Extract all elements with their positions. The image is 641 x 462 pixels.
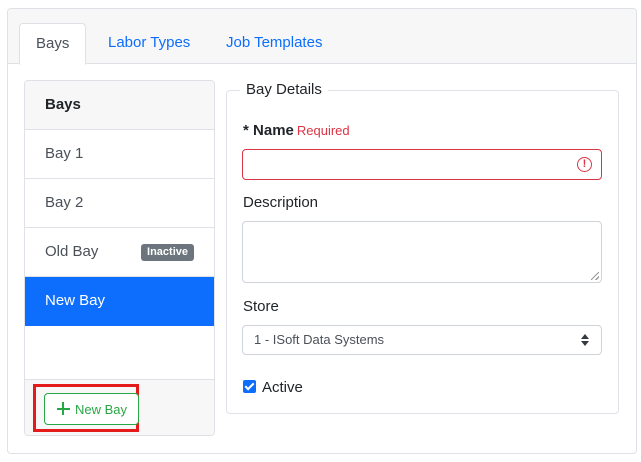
list-item-label: Bay 1 <box>45 145 84 162</box>
description-label: Description <box>243 194 319 211</box>
store-select[interactable]: 1 - ISoft Data Systems <box>242 325 602 355</box>
tab-labor-types[interactable]: Labor Types <box>92 23 206 65</box>
list-item-bay-2[interactable]: Bay 2 <box>25 179 214 228</box>
inactive-badge: Inactive <box>141 244 194 261</box>
list-item-label: Old Bay <box>45 243 99 260</box>
bay-details-legend: Bay Details <box>240 81 328 98</box>
active-checkbox[interactable] <box>243 380 256 393</box>
store-selected-value: 1 - ISoft Data Systems <box>254 332 385 347</box>
bays-list-header: Bays <box>25 81 214 130</box>
name-label-text: Name <box>253 122 294 139</box>
required-asterisk: * <box>243 122 254 139</box>
name-input[interactable]: ! <box>242 149 602 180</box>
list-item-old-bay[interactable]: Old Bay Inactive <box>25 228 214 277</box>
plus-icon <box>57 402 70 415</box>
bays-list-panel: Bays Bay 1 Bay 2 Old Bay Inactive New Ba… <box>24 80 215 436</box>
tab-bar: Bays Labor Types Job Templates <box>8 9 636 65</box>
tab-bays[interactable]: Bays <box>19 23 87 65</box>
tab-job-templates[interactable]: Job Templates <box>210 23 338 65</box>
active-label[interactable]: Active <box>262 379 303 396</box>
new-bay-button-label: New Bay <box>75 402 128 417</box>
description-textarea[interactable] <box>242 221 602 283</box>
required-text: Required <box>296 123 350 138</box>
store-label: Store <box>243 298 279 315</box>
resize-handle-icon[interactable] <box>591 272 599 280</box>
list-item-label: Bay 2 <box>45 194 84 211</box>
list-item-label: New Bay <box>45 292 106 309</box>
new-bay-button[interactable]: New Bay <box>44 393 139 425</box>
alert-circle-icon: ! <box>577 157 592 172</box>
list-item-new-bay[interactable]: New Bay <box>25 277 214 326</box>
list-item-bay-1[interactable]: Bay 1 <box>25 130 214 179</box>
select-arrows-icon <box>581 334 589 346</box>
bays-list-footer: New Bay <box>25 379 214 435</box>
name-label: * Name Required <box>243 122 350 139</box>
